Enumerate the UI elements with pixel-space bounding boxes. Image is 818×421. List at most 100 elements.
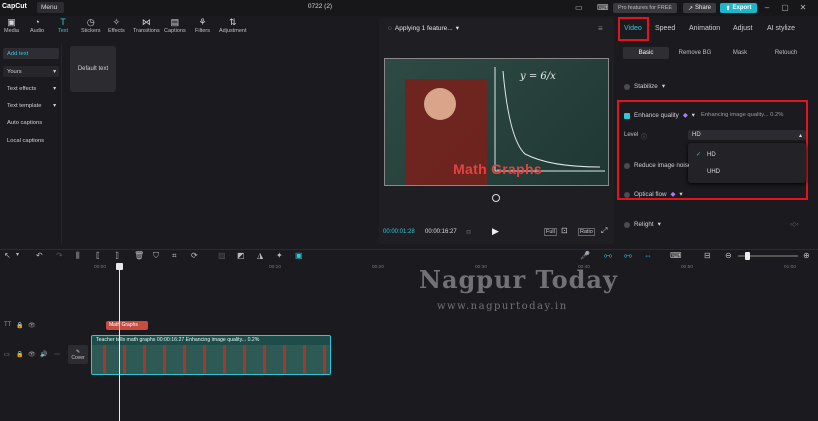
menu-button[interactable]: Menu xyxy=(37,2,64,13)
text-clip[interactable]: Math Graphs xyxy=(106,321,148,330)
eye-icon[interactable]: 👁 xyxy=(28,351,36,358)
stabilize-option[interactable]: Stabilize ▾ xyxy=(624,83,665,90)
waveform-icon[interactable]: ⧈ xyxy=(466,227,471,237)
clip-frame xyxy=(232,345,252,374)
split-icon[interactable]: ⫼ xyxy=(76,251,80,261)
keyboard-icon[interactable]: ⌨ xyxy=(597,3,609,12)
maximize-icon[interactable]: ▢ xyxy=(780,3,790,13)
info-icon: ⓘ xyxy=(641,135,648,141)
lp-local-captions[interactable]: Local captions xyxy=(3,135,59,146)
optical-flow-option[interactable]: Optical flow ◆ ▾ xyxy=(624,191,683,198)
remove-bg-icon[interactable]: ◮ xyxy=(257,251,263,260)
magic-icon[interactable]: ✦ xyxy=(276,251,283,260)
tool-filters[interactable]: ⚘ Filters xyxy=(195,17,210,39)
subtab-basic[interactable]: Basic xyxy=(623,47,669,59)
lp-text-template[interactable]: Text template ▾ xyxy=(3,100,59,111)
eye-icon[interactable]: 👁 xyxy=(28,322,36,329)
video-clip[interactable]: Teacher tells math graphs 00:00:16:27 En… xyxy=(91,335,331,375)
subtab-mask[interactable]: Mask xyxy=(718,47,762,59)
rotate-handle-icon[interactable] xyxy=(492,194,500,202)
lock-icon[interactable]: 🔒 xyxy=(16,351,23,358)
lp-yours[interactable]: Yours ▾ xyxy=(3,66,59,77)
lp-label: Local captions xyxy=(7,137,45,144)
lp-text-effects[interactable]: Text effects ▾ xyxy=(3,83,59,94)
full-button[interactable]: Full xyxy=(544,228,557,236)
tool-stickers[interactable]: ◷ Stickers xyxy=(81,17,101,39)
level-option-hd[interactable]: ✓ HD xyxy=(696,151,716,159)
lp-auto-captions[interactable]: Auto captions xyxy=(3,117,59,128)
video-preview[interactable]: y = 6/x Math Graphs xyxy=(384,58,609,186)
relight-option[interactable]: Relight ▾ xyxy=(624,221,661,228)
zoom-slider-handle[interactable] xyxy=(745,252,750,260)
tab-speed[interactable]: Speed xyxy=(655,25,675,32)
delete-icon[interactable]: 🗑 xyxy=(134,251,144,260)
menu-icon[interactable]: ≡ xyxy=(598,24,603,33)
default-text-preset[interactable]: Default text xyxy=(70,46,116,92)
close-icon[interactable]: ✕ xyxy=(798,3,808,13)
undo-icon[interactable]: ↶ xyxy=(36,251,43,260)
media-toolbar: ▣ Media ◔ Audio T Text ◷ Stickers ✧ Effects ⋈… xyxy=(0,17,260,41)
crop-icon[interactable]: ⌗ xyxy=(172,251,177,261)
tool-transitions[interactable]: ⋈ Transitions xyxy=(133,17,160,39)
reduce-noise-checkbox[interactable] xyxy=(624,162,630,169)
export-button[interactable]: ⬆ Export xyxy=(720,3,757,13)
ruler-tick: 00:50 xyxy=(681,265,694,270)
text-track-icon: TT xyxy=(4,322,12,328)
tool-audio[interactable]: ◔ Audio xyxy=(30,17,44,39)
tool-effects[interactable]: ✧ Effects xyxy=(108,17,125,39)
tool-text[interactable]: T Text xyxy=(58,17,68,39)
minimize-icon[interactable]: – xyxy=(762,3,772,13)
image-icon[interactable]: ▨ xyxy=(218,251,226,260)
zoom-out-icon[interactable]: ⊖ xyxy=(725,251,732,260)
cover-button[interactable]: ✎ Cover xyxy=(68,345,88,364)
mute-icon[interactable]: 🔊 xyxy=(40,351,47,358)
zoom-in-icon[interactable]: ⊕ xyxy=(803,251,810,260)
chevron-down-icon[interactable]: ▾ xyxy=(16,251,19,258)
player-status[interactable]: ◌ Applying 1 feature... ▾ xyxy=(388,24,459,33)
preview-axis-icon[interactable]: ⇔ xyxy=(644,251,652,260)
speed-icon[interactable]: ⟳ xyxy=(191,251,198,260)
more-icon[interactable]: ⋯ xyxy=(54,351,60,358)
level-select[interactable]: HD ▴ xyxy=(688,130,806,140)
reduce-noise-option[interactable]: Reduce image noise xyxy=(624,162,689,169)
enhance-checkbox[interactable] xyxy=(624,112,630,119)
fullscreen-icon[interactable]: ⤢ xyxy=(601,226,607,236)
split-right-icon[interactable]: ⟧ xyxy=(115,251,119,260)
subtab-retouch[interactable]: Retouch xyxy=(764,47,808,59)
tool-adjustment[interactable]: ⇅ Adjustment xyxy=(219,17,247,39)
link-icon[interactable]: ⧟ xyxy=(604,251,612,261)
lp-add-text[interactable]: Add text xyxy=(3,48,59,59)
level-option-uhd[interactable]: UHD xyxy=(707,169,720,175)
split-left-icon[interactable]: ⟦ xyxy=(96,251,100,260)
tab-adjust[interactable]: Adjust xyxy=(733,25,752,32)
redo-icon[interactable]: ↷ xyxy=(56,251,63,260)
comment-icon[interactable]: ⌨ xyxy=(670,251,682,260)
layout-icon[interactable]: ▭ xyxy=(575,3,583,12)
lock-icon[interactable]: 🔒 xyxy=(16,322,23,329)
microphone-icon[interactable]: 🎤 xyxy=(580,251,590,260)
shield-icon[interactable]: ⛉ xyxy=(153,251,159,261)
auto-reframe-icon[interactable]: ▣ xyxy=(295,251,303,260)
tool-media[interactable]: ▣ Media xyxy=(4,17,19,39)
freeze-icon[interactable]: ◩ xyxy=(237,251,245,260)
keyframe-icon[interactable]: ‹◇› xyxy=(790,221,799,228)
fit-icon[interactable]: ⊟ xyxy=(704,251,711,260)
relight-checkbox[interactable] xyxy=(624,221,630,228)
stabilize-checkbox[interactable] xyxy=(624,83,630,90)
tool-captions[interactable]: ▤ Captions xyxy=(164,17,186,39)
clip-frame xyxy=(172,345,192,374)
enhance-quality-option[interactable]: Enhance quality ◆ ▾ xyxy=(624,112,695,119)
overlay-text[interactable]: Math Graphs xyxy=(435,161,560,177)
play-icon[interactable]: ▶ xyxy=(492,226,499,237)
ratio-button[interactable]: Ratio xyxy=(578,228,595,236)
subtab-remove-bg[interactable]: Remove BG xyxy=(672,47,718,59)
snapshot-icon[interactable]: ⊡ xyxy=(561,226,568,235)
share-button[interactable]: ↗ Share xyxy=(683,3,716,13)
tab-animation[interactable]: Animation xyxy=(689,25,720,32)
playhead[interactable] xyxy=(119,264,120,421)
optical-flow-checkbox[interactable] xyxy=(624,191,630,198)
pro-features-button[interactable]: Pro features for FREE xyxy=(613,3,677,13)
tab-ai-stylize[interactable]: AI stylize xyxy=(767,25,795,32)
select-icon[interactable]: ↖ xyxy=(4,251,11,260)
snap-icon[interactable]: ⧟ xyxy=(624,251,632,261)
